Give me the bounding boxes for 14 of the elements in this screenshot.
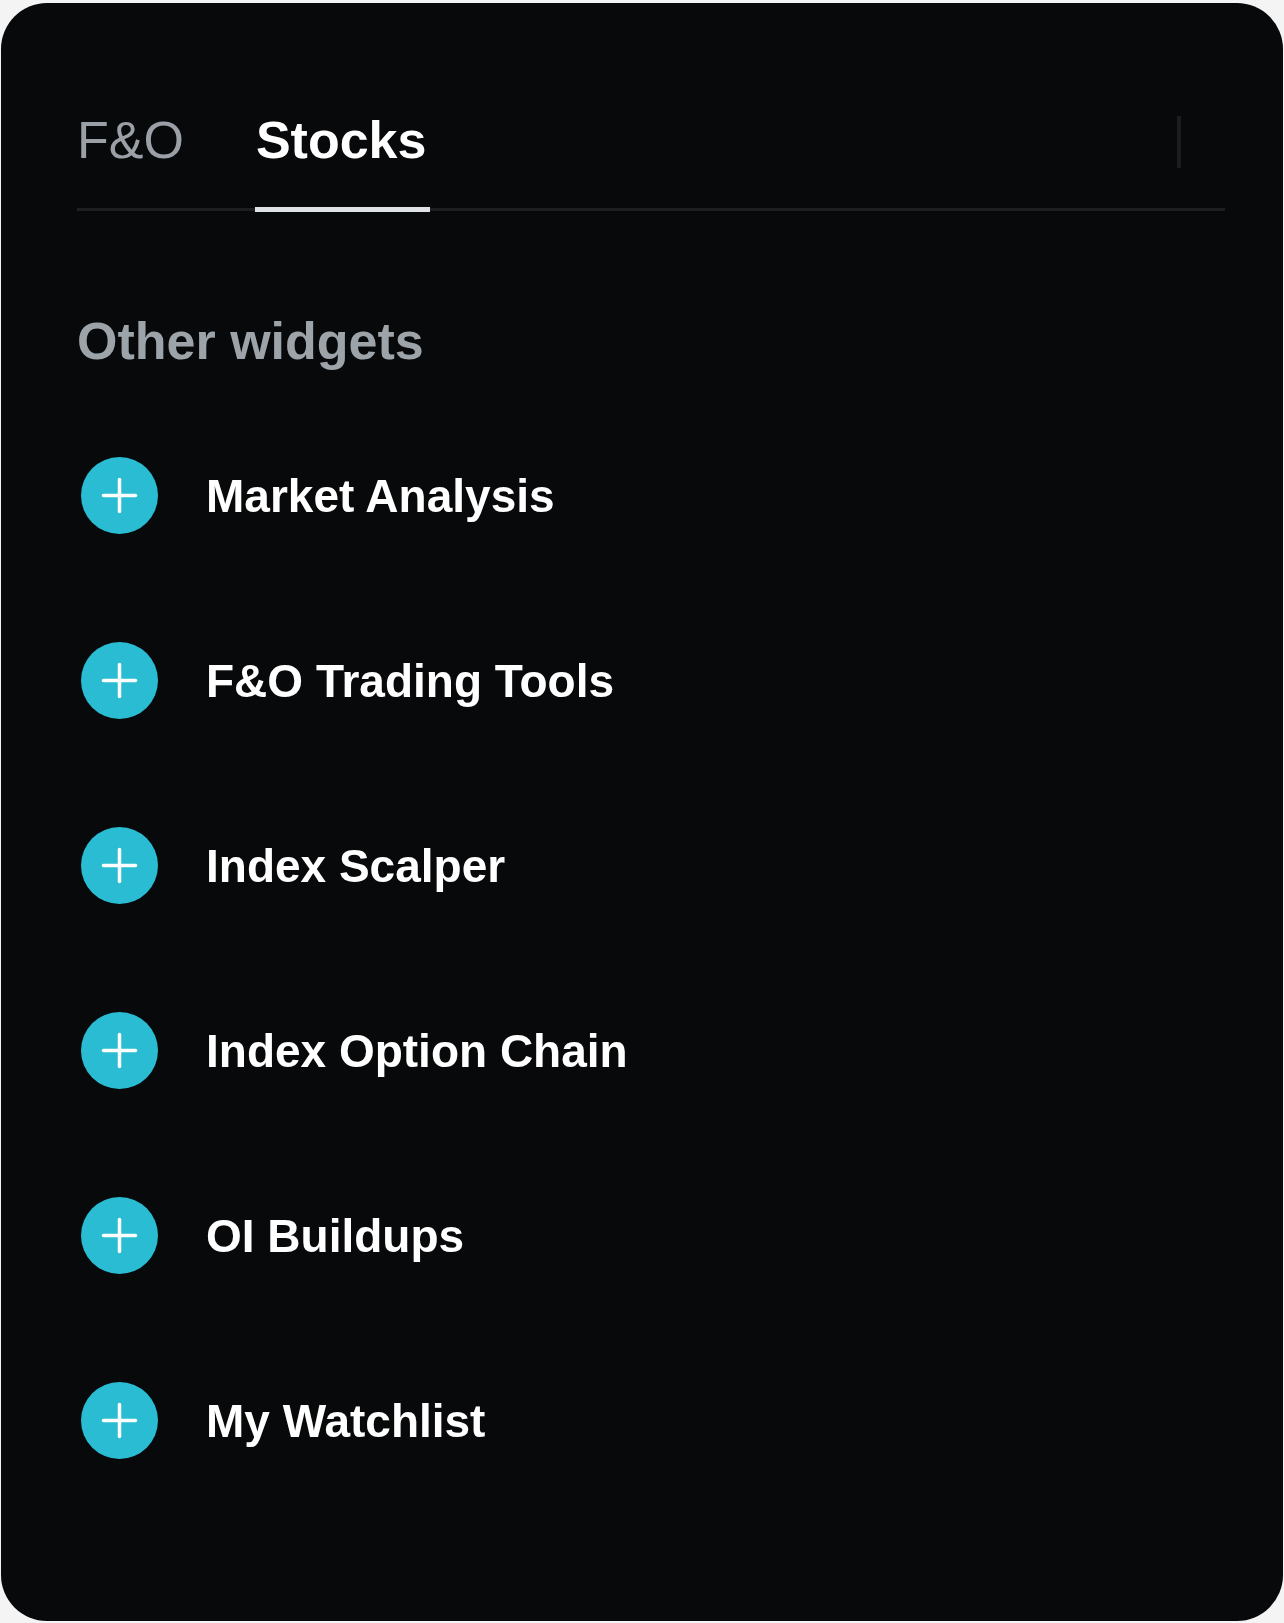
widget-item[interactable]: OI Buildups [81,1197,465,1274]
widget-item[interactable]: Index Scalper [81,827,506,904]
plus-icon [81,1012,158,1089]
plus-icon [81,1382,158,1459]
plus-icon [81,1197,158,1274]
tab[interactable]: F&O [77,110,184,208]
plus-icon [81,827,158,904]
plus-icon [81,642,158,719]
section-title: Other widgets [77,311,424,371]
widget-item[interactable]: Index Option Chain [81,1012,628,1089]
widget-item[interactable]: My Watchlist [81,1382,486,1459]
plus-icon [81,457,158,534]
widget-item[interactable]: F&O Trading Tools [81,642,615,719]
widget-item[interactable]: Market Analysis [81,457,555,534]
